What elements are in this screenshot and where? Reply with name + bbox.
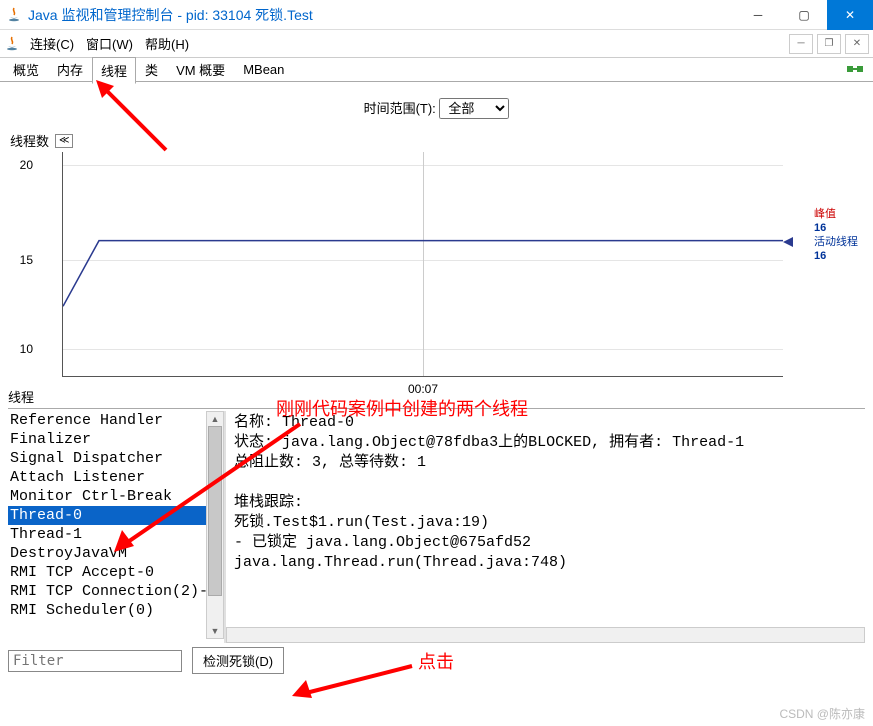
tab-overview[interactable]: 概览 <box>4 56 48 83</box>
tab-vm-summary[interactable]: VM 概要 <box>167 56 234 83</box>
y-tick: 20 <box>20 158 33 172</box>
menu-connect[interactable]: 连接(C) <box>24 34 80 53</box>
watermark: CSDN @陈亦康 <box>779 705 865 722</box>
current-marker-icon <box>783 237 795 247</box>
stack-line: - 已锁定 java.lang.Object@675afd52 <box>234 533 857 553</box>
legend-peak-value: 16 <box>814 221 858 235</box>
legend-live-value: 16 <box>814 249 858 263</box>
detail-name-label: 名称: <box>234 414 273 431</box>
chart-legend: 峰值 16 活动线程 16 <box>814 207 858 263</box>
menu-window[interactable]: 窗口(W) <box>80 34 139 53</box>
x-tick: 00:07 <box>408 382 438 396</box>
thread-detail-panel: 名称: Thread-0 状态: java.lang.Object@78fdba… <box>224 411 865 643</box>
thread-list-item[interactable]: Finalizer <box>8 430 224 449</box>
menu-help[interactable]: 帮助(H) <box>139 34 195 53</box>
tab-threads[interactable]: 线程 <box>92 57 136 84</box>
time-range-row: 时间范围(T): 全部 <box>10 90 863 131</box>
tab-classes[interactable]: 类 <box>136 56 167 83</box>
menubar: 连接(C) 窗口(W) 帮助(H) ─ ❐ ✕ <box>0 30 873 58</box>
thread-list-scrollbar[interactable]: ▲ ▼ <box>206 411 224 639</box>
window-title: Java 监视和管理控制台 - pid: 33104 死锁.Test <box>28 5 735 25</box>
thread-list-item[interactable]: RMI TCP Connection(2)- <box>8 582 224 601</box>
mdi-minimize[interactable]: ─ <box>789 34 813 54</box>
time-range-label: 时间范围(T): <box>364 101 436 116</box>
mdi-close[interactable]: ✕ <box>845 34 869 54</box>
thread-list-item[interactable]: RMI Scheduler(0) <box>8 601 224 620</box>
tab-mbean[interactable]: MBean <box>234 58 293 81</box>
java-icon <box>6 7 22 23</box>
detail-blocked-label: 总阻止数: <box>234 454 303 471</box>
chart-line-svg <box>63 152 783 376</box>
chart-collapse-toggle[interactable]: ≪ <box>55 134 73 148</box>
java-icon <box>4 36 20 52</box>
minimize-button[interactable]: ─ <box>735 0 781 30</box>
thread-list-item[interactable]: DestroyJavaVM <box>8 544 224 563</box>
thread-list-item[interactable]: Attach Listener <box>8 468 224 487</box>
stack-line: java.lang.Thread.run(Thread.java:748) <box>234 553 857 573</box>
mdi-restore[interactable]: ❐ <box>817 34 841 54</box>
thread-list-item[interactable]: Reference Handler <box>8 411 224 430</box>
chart-title: 线程数 <box>10 131 49 150</box>
detail-state-label: 状态: <box>234 434 273 451</box>
chart-area: 时间范围(T): 全部 线程数 ≪ 20 15 10 00:07 峰值 16 活… <box>0 82 873 381</box>
y-tick: 15 <box>20 253 33 267</box>
close-button[interactable]: ✕ <box>827 0 873 30</box>
window-titlebar: Java 监视和管理控制台 - pid: 33104 死锁.Test ─ ▢ ✕ <box>0 0 873 30</box>
detail-blocked-value: 3, 总等待数: 1 <box>312 454 426 471</box>
thread-list-item[interactable]: RMI TCP Accept-0 <box>8 563 224 582</box>
tab-memory[interactable]: 内存 <box>48 56 92 83</box>
legend-peak-label: 峰值 <box>814 207 858 221</box>
maximize-button[interactable]: ▢ <box>781 0 827 30</box>
thread-list-item[interactable]: Thread-1 <box>8 525 224 544</box>
chart-title-row: 线程数 ≪ <box>10 131 863 150</box>
connection-status-icon <box>845 62 865 79</box>
thread-list-item[interactable]: Monitor Ctrl-Break <box>8 487 224 506</box>
detail-stack-label: 堆栈跟踪: <box>234 493 857 513</box>
detail-h-scrollbar[interactable] <box>226 627 865 643</box>
window-controls: ─ ▢ ✕ <box>735 0 873 30</box>
threads-bottom-bar: 检测死锁(D) <box>0 643 873 678</box>
filter-input[interactable] <box>8 650 182 672</box>
y-tick: 10 <box>20 342 33 356</box>
time-range-select[interactable]: 全部 <box>439 98 509 119</box>
detail-state-value: java.lang.Object@78fdba3上的BLOCKED, 拥有者: … <box>282 434 744 451</box>
thread-count-chart: 20 15 10 00:07 峰值 16 活动线程 16 <box>62 152 783 377</box>
legend-live-label: 活动线程 <box>814 235 858 249</box>
thread-list[interactable]: Reference HandlerFinalizerSignal Dispatc… <box>8 411 224 639</box>
thread-list-item[interactable]: Thread-0 <box>8 506 224 525</box>
thread-list-item[interactable]: Signal Dispatcher <box>8 449 224 468</box>
detect-deadlock-button[interactable]: 检测死锁(D) <box>192 647 284 674</box>
threads-section: 线程 Reference HandlerFinalizerSignal Disp… <box>0 381 873 643</box>
tabbar: 概览 内存 线程 类 VM 概要 MBean <box>0 58 873 82</box>
stack-line: 死锁.Test$1.run(Test.java:19) <box>234 513 857 533</box>
detail-name-value: Thread-0 <box>282 414 354 431</box>
